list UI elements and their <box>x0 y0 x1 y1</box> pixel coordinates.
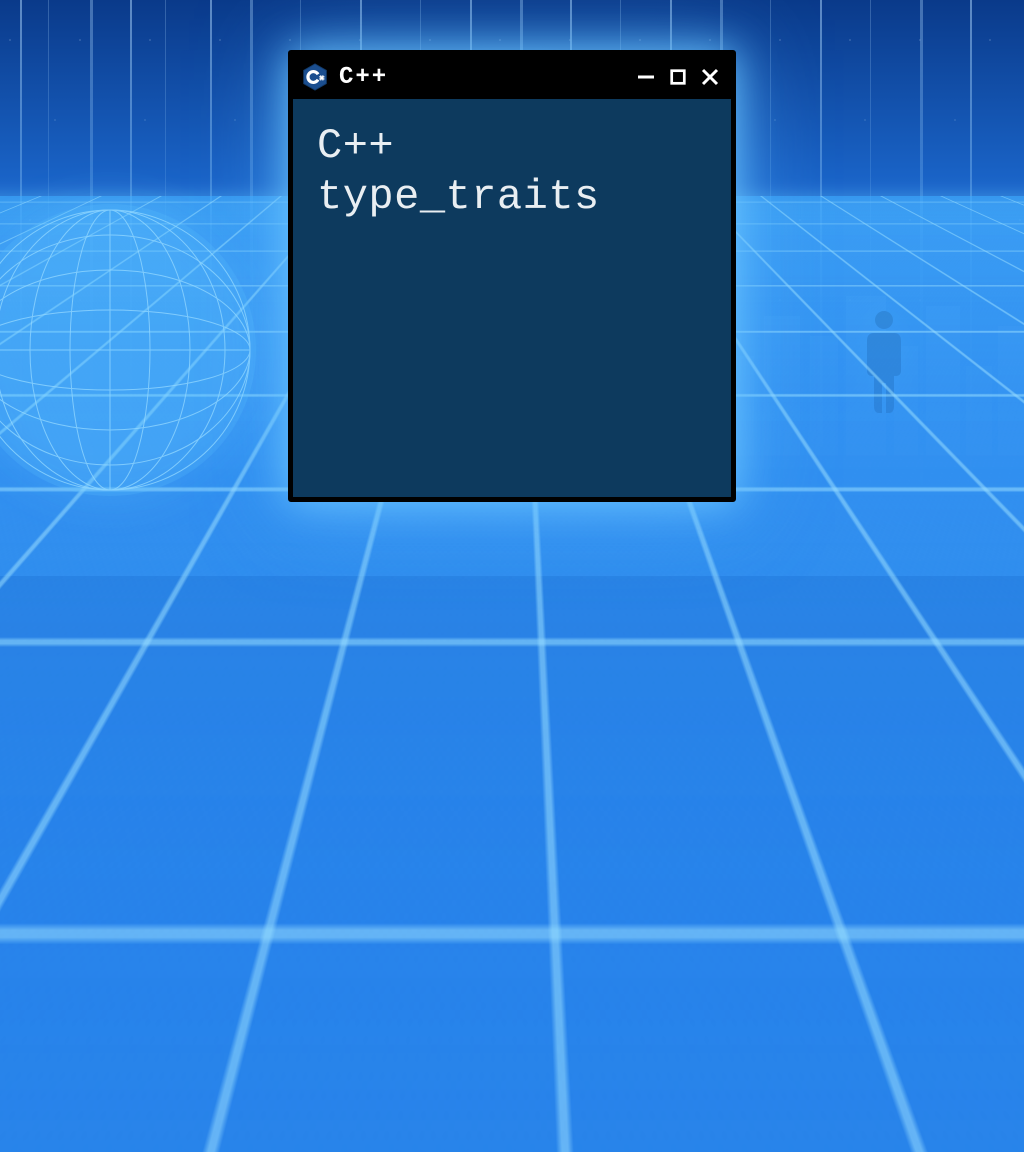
close-icon[interactable] <box>699 66 721 88</box>
wireframe-globe <box>0 200 260 500</box>
window-title: C++ <box>339 64 388 91</box>
standing-person <box>854 311 914 431</box>
cpp-hex-icon <box>301 63 329 91</box>
content-line-1: C++ <box>317 121 707 172</box>
titlebar[interactable]: C++ <box>293 55 731 99</box>
window-controls <box>635 66 721 88</box>
maximize-icon[interactable] <box>667 66 689 88</box>
terminal-window: C++ C++ type_traits <box>288 50 736 502</box>
content-line-2: type_traits <box>317 172 707 223</box>
window-content: C++ type_traits <box>293 99 731 497</box>
window-glow: C++ C++ type_traits <box>276 38 748 514</box>
minimize-icon[interactable] <box>635 66 657 88</box>
